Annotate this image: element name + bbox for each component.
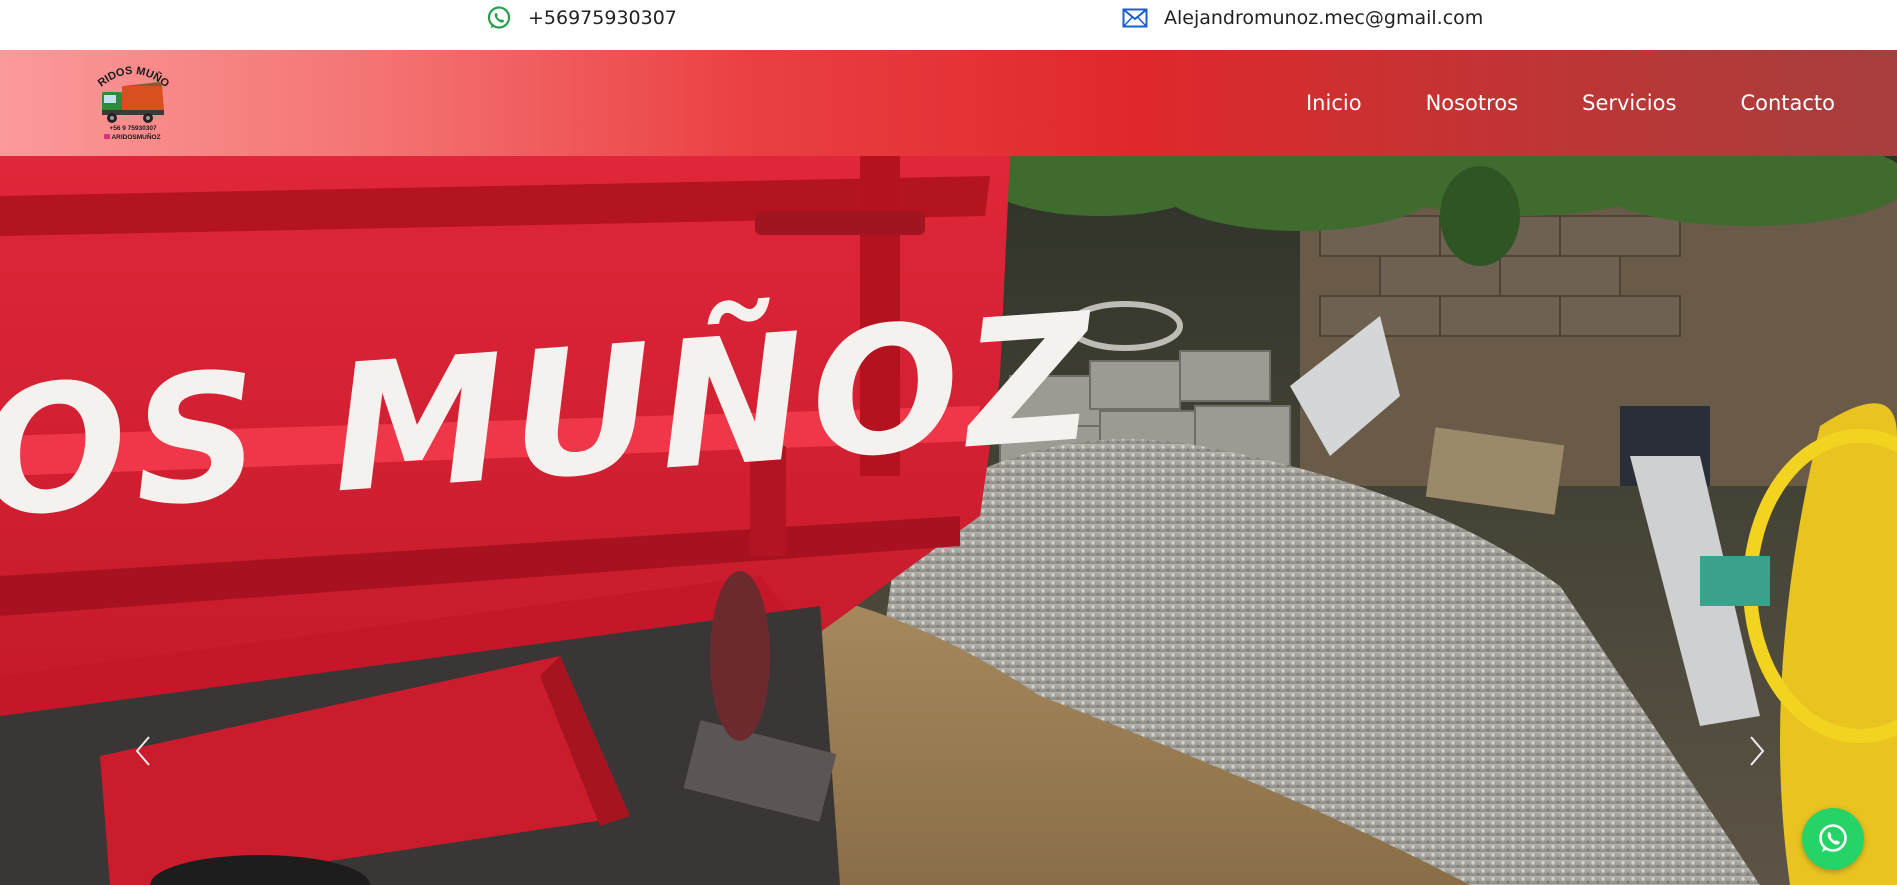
email-address: Alejandromunoz.mec@gmail.com [1164,7,1484,29]
whatsapp-icon [484,5,514,31]
hero-slide-image: OS MUÑOZ [0,156,1897,885]
site-logo[interactable]: ÁRIDOS MUÑOZ +56 9 75930307 ARIDOSMUÑOZ [88,52,174,142]
phone-contact[interactable]: +56975930307 [484,4,677,32]
nav-link-inicio[interactable]: Inicio [1306,91,1362,115]
carousel-next-button[interactable] [1740,731,1774,771]
nav-link-servicios[interactable]: Servicios [1582,91,1676,115]
chevron-left-icon [135,736,150,766]
nav-link-contacto[interactable]: Contacto [1740,91,1835,115]
phone-number: +56975930307 [528,7,677,29]
logo-handle: ARIDOSMUÑOZ [111,132,160,141]
chevron-right-icon [1750,736,1765,766]
whatsapp-float-button[interactable] [1802,808,1864,870]
carousel-prev-button[interactable] [126,731,160,771]
email-contact[interactable]: Alejandromunoz.mec@gmail.com [1120,4,1483,32]
top-contact-bar: +56975930307 Alejandromunoz.mec@gmail.co… [0,0,1897,50]
hero-carousel: OS MUÑOZ [0,156,1897,885]
main-navbar: ÁRIDOS MUÑOZ +56 9 75930307 ARIDOSMUÑOZ … [0,50,1897,156]
envelope-icon [1120,5,1150,31]
whatsapp-icon [1819,824,1847,852]
logo-phone: +56 9 75930307 [109,125,157,132]
nav-link-nosotros[interactable]: Nosotros [1426,91,1519,115]
main-nav: Inicio Nosotros Servicios Contacto [1242,50,1835,156]
